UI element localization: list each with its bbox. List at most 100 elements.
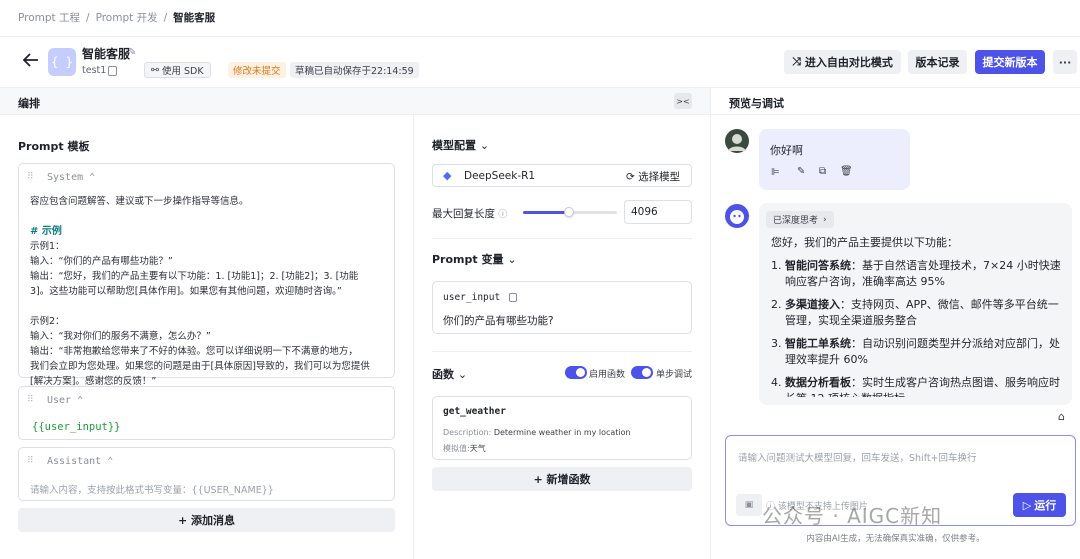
breadcrumb-separator: / — [163, 11, 168, 24]
reply-item-number: 3. — [771, 336, 782, 350]
enable-functions-toggle[interactable] — [565, 366, 587, 379]
edit-icon[interactable]: ✎ — [797, 166, 805, 177]
help-icon[interactable]: ⓘ — [498, 210, 507, 220]
preview-panel-header: 预览与调试 — [711, 88, 1080, 115]
function-description: Description: Determine weather in my loc… — [443, 428, 631, 437]
step-debug-toggle[interactable] — [631, 366, 653, 379]
run-label: 运行 — [1034, 499, 1057, 512]
breadcrumb: Prompt 工程 / Prompt 开发 / 智能客服 — [18, 10, 215, 25]
collapse-panel-icon[interactable]: >< — [674, 93, 692, 109]
model-name: DeepSeek-R1 — [464, 170, 536, 182]
model-config-title[interactable]: 模型配置 ⌄ — [432, 137, 489, 153]
add-message-button[interactable]: + 添加消息 — [18, 508, 395, 532]
add-function-button[interactable]: + 新增函数 — [432, 467, 692, 491]
functions-title[interactable]: 函数 ⌄ — [432, 366, 467, 382]
edit-panel-header: 编排 >< — [0, 88, 710, 115]
compare-mode-button[interactable]: ⤨ 进入自由对比模式 — [784, 50, 901, 74]
system-prompt-line: 输出：“您好，我们的产品主要有以下功能：1. [功能1]；2. [功能2]；3.… — [30, 271, 359, 282]
breadcrumb-item[interactable]: Prompt 开发 — [96, 10, 158, 25]
user-role-text: User — [47, 395, 72, 406]
align-icon[interactable]: ⊫ — [771, 167, 780, 178]
system-prompt-line: 我们会立即为您处理。如果您的问题是由于[具体原因]导致的，我们可以为您提供 — [30, 361, 370, 372]
bot-avatar-icon — [730, 210, 744, 224]
system-prompt-line: 3]。这些功能可以帮助您[具体作用]。如果您有其他问题，欢迎随时咨询。” — [30, 286, 342, 297]
page-header: { } 智能客服 ✎ test1 ⚯ 使用 SDK 修改未提交 草稿已自动保存于2… — [0, 37, 1080, 87]
status-badge-autosaved: 草稿已自动保存于22:14:59 — [290, 62, 419, 78]
ai-disclaimer: 内容由AI生成，无法确保真实准确，仅供参考。 — [806, 534, 985, 544]
variable-name: user_input — [443, 292, 501, 303]
run-icon: ▷ — [1022, 498, 1032, 512]
max-length-text: 最大回复长度 — [432, 208, 495, 220]
user-message-bubble: 你好啊 ⊫ ✎ ⧉ 🗑 — [759, 129, 910, 190]
slider-handle[interactable] — [564, 207, 575, 217]
clear-history-icon[interactable]: ⌂ — [1058, 410, 1065, 423]
deepseek-logo-icon: ◆ — [443, 169, 452, 182]
reply-list-item: 4.数据分析看板：实时生成客户咨询热点图谱、服务响应时长等 12 项核心数据指标 — [771, 375, 1063, 398]
function-mock: 模拟值:天气 — [443, 443, 486, 454]
deep-thinking-toggle[interactable]: 已深度思考 › — [766, 211, 834, 228]
bot-avatar — [725, 204, 749, 228]
max-length-input[interactable]: 4096 — [624, 200, 692, 224]
copy-icon[interactable]: ⧉ — [819, 166, 826, 177]
use-sdk-button[interactable]: ⚯ 使用 SDK — [144, 62, 211, 78]
function-name: get_weather — [443, 406, 506, 417]
compare-icon: ⤨ — [792, 55, 801, 68]
refresh-icon: ⟳ — [626, 171, 635, 183]
select-model-label: 选择模型 — [638, 171, 681, 183]
copy-icon[interactable] — [509, 293, 517, 302]
watermark: 公众号 · AIGC新知 — [762, 504, 943, 528]
user-role-label[interactable]: User ⌃ — [47, 395, 83, 406]
model-selector[interactable]: ◆ DeepSeek-R1 ⟳ 选择模型 — [432, 164, 692, 187]
version-history-button[interactable]: 版本记录 — [908, 50, 967, 74]
more-options-icon[interactable]: ··· — [1053, 50, 1077, 74]
run-button[interactable]: ▷ 运行 — [1013, 493, 1066, 517]
model-config-label: 模型配置 — [432, 139, 476, 152]
breadcrumb-separator: / — [86, 11, 90, 24]
system-prompt-line: 容应包含问题解答、建议或下一步操作指导等信息。 — [30, 196, 249, 207]
function-mock-label: 模拟值: — [443, 444, 470, 453]
variable-value[interactable]: 你们的产品有哪些功能? — [443, 313, 554, 328]
reply-item-title: 数据分析看板 — [785, 375, 851, 389]
system-role-text: System — [47, 172, 84, 183]
image-upload-icon[interactable]: ▣ — [736, 494, 762, 516]
system-prompt-line: 输入：“你们的产品有哪些功能？” — [30, 256, 173, 267]
function-card[interactable]: get_weather Description: Determine weath… — [432, 396, 692, 460]
reply-list-item: 3. 智能工单系统：自动识别问题类型并分派给对应部门，处理效率提升 60% — [771, 336, 1063, 369]
assistant-role-text: Assistant — [47, 456, 102, 467]
max-length-slider[interactable] — [523, 207, 617, 217]
chevron-down-icon: ⌄ — [507, 253, 517, 266]
system-prompt-line: # 示例 — [30, 226, 62, 237]
system-prompt-line — [30, 299, 390, 314]
chat-input-placeholder: 请输入问题测试大模型回复，回车发送，Shift+回车换行 — [738, 453, 977, 464]
app-id: test1 — [82, 65, 107, 76]
system-prompt-text[interactable]: 容应包含问题解答、建议或下一步操作指导等信息。 # 示例 示例1： 输入：“你们的产… — [30, 194, 390, 389]
drag-handle-icon[interactable]: ⠿ — [27, 172, 34, 182]
drag-handle-icon[interactable]: ⠿ — [27, 456, 34, 466]
reply-item-title: 智能工单系统 — [785, 336, 851, 350]
edit-name-icon[interactable]: ✎ — [128, 47, 136, 58]
breadcrumb-item[interactable]: Prompt 工程 — [18, 10, 80, 25]
user-avatar — [725, 129, 749, 153]
prompt-vars-title[interactable]: Prompt 变量 ⌄ — [432, 251, 517, 267]
assistant-role-label[interactable]: Assistant ⌃ — [47, 456, 113, 467]
assistant-input-placeholder[interactable]: 请输入内容，支持按此格式书写变量：{{USER_NAME}} — [30, 482, 274, 496]
back-arrow-icon[interactable] — [22, 51, 40, 69]
app-name: 智能客服 — [82, 47, 131, 61]
slider-fill — [523, 211, 570, 214]
function-description-text: Determine weather in my location — [493, 428, 631, 437]
reply-item-title: 多渠道接入 — [785, 297, 840, 311]
delete-icon[interactable]: 🗑 — [840, 166, 853, 177]
function-mock-value: 天气 — [469, 444, 486, 453]
system-prompt-line — [30, 209, 390, 224]
user-message-content[interactable]: {{user_input}} — [32, 421, 121, 433]
drag-handle-icon[interactable]: ⠿ — [27, 395, 34, 405]
copy-icon[interactable] — [108, 66, 117, 76]
system-role-label[interactable]: System ⌃ — [47, 172, 95, 183]
reply-list: 1. 智能问答系统：基于自然语言处理技术，7×24 小时快速响应客户咨询，准确率高… — [771, 258, 1063, 398]
variable-card[interactable]: user_input 你们的产品有哪些功能? — [432, 281, 692, 334]
user-avatar-icon — [728, 134, 746, 151]
select-model-button[interactable]: ⟳ 选择模型 — [626, 169, 680, 184]
step-debug-label: 单步调试 — [656, 370, 693, 380]
submit-version-button[interactable]: 提交新版本 — [975, 50, 1045, 74]
reply-intro: 您好，我们的产品主要提供以下功能： — [771, 236, 958, 249]
